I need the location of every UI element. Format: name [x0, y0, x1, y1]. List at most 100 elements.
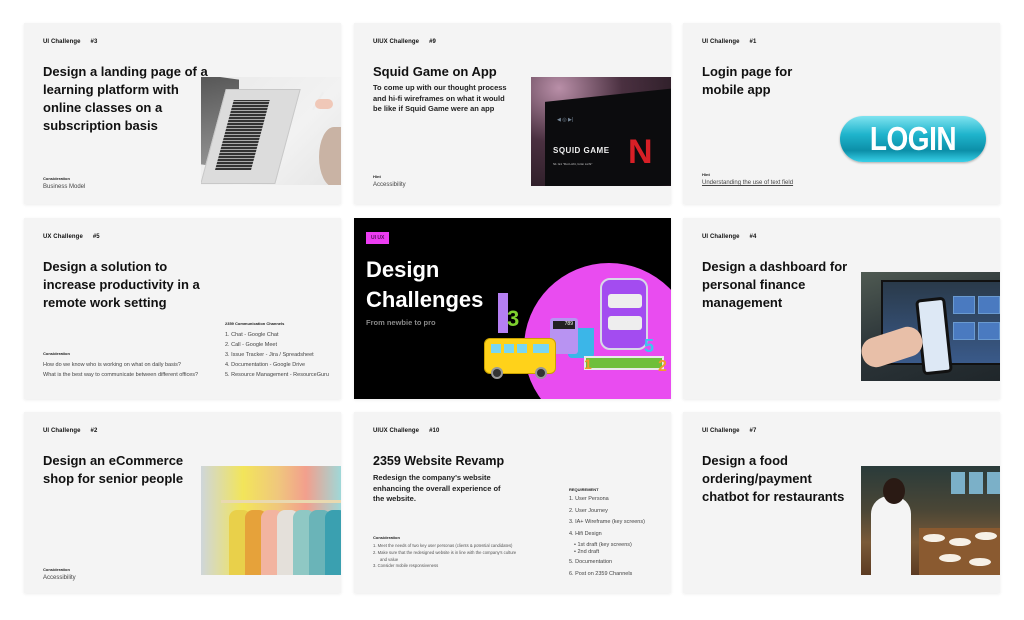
hero-subtitle: From newbie to pro: [366, 318, 436, 327]
player-controls-icon: ◀ ◎ ▶|: [557, 117, 574, 123]
challenge-number: #1: [749, 39, 757, 45]
window: [969, 472, 983, 494]
hifi-sub-list: • 1st draft (key screens) • 2nd draft: [569, 542, 645, 556]
sub-list-item: • 1st draft (key screens): [574, 542, 632, 548]
category-label: UX Challenge: [43, 234, 83, 240]
challenge-card-ux-5[interactable]: UX Challenge #5 Design a solution to incr…: [24, 218, 341, 399]
netflix-logo-icon: N: [628, 133, 653, 171]
card-title: Design a solution to increase productivi…: [43, 259, 200, 310]
restaurant-dining-photo: [861, 466, 1000, 575]
consideration-question: How do we know who is working on what on…: [43, 362, 181, 368]
laptop-desk-photo: [201, 77, 341, 185]
consideration-question: What is the best way to communicate betw…: [43, 372, 199, 378]
card-subtitle: To come up with our thought process and …: [373, 83, 507, 113]
school-bus-illustration: [484, 338, 556, 379]
hint-link[interactable]: Understanding the use of text field: [702, 180, 793, 186]
books-illustration: [584, 356, 664, 370]
category-label: UI Challenge: [702, 234, 740, 240]
card-tag: UI Challenge #3: [43, 39, 97, 45]
login-text: LOGIN: [869, 119, 957, 157]
list-item: 3. Issue Tracker - Jira / Spreadsheet: [225, 352, 314, 358]
challenge-card-ui-7[interactable]: UI Challenge #7 Design a food ordering/pa…: [683, 412, 1000, 593]
card-title: Design an eCommerce shop for senior peop…: [43, 453, 184, 486]
clothes-rack-photo: [201, 466, 341, 575]
hint-label: Hint: [373, 174, 381, 179]
sub-list-item: • 2nd draft: [574, 549, 600, 555]
card-tag: UI Challenge #1: [702, 39, 756, 45]
card-tag: UI Challenge #7: [702, 428, 756, 434]
sub-list-wrapper: • 1st draft (key screens) • 2nd draft: [569, 542, 645, 559]
diner: [871, 496, 911, 575]
challenge-number: #4: [749, 234, 757, 240]
challenge-card-uiux-10[interactable]: UIUX Challenge #10 2359 Website Revamp Re…: [354, 412, 671, 593]
channels-list: 1. Chat - Google Chat 2. Call - Google M…: [225, 330, 329, 380]
plate: [975, 532, 997, 540]
list-item: 5. Documentation: [569, 559, 613, 565]
challenge-card-ui-4[interactable]: UI Challenge #4 Design a dashboard for pe…: [683, 218, 1000, 399]
design-challenges-hero-card[interactable]: 3 789 1 5 2 UI UX Design Challenges From …: [354, 218, 671, 399]
card-tag: UIUX Challenge #10: [373, 428, 439, 434]
consideration-value: Business Model: [43, 184, 86, 190]
magenta-circle: [524, 263, 671, 399]
list-item: 1. User Persona: [569, 496, 609, 502]
squid-game-netflix-photo: ◀ ◎ ▶| SQUID GAME S1: E1 "Rot Licht, Grü…: [531, 77, 671, 186]
challenge-card-ui-2[interactable]: UI Challenge #2 Design an eCommerce shop …: [24, 412, 341, 593]
card-title: 2359 Website Revamp: [373, 454, 505, 468]
list-item: 2. Call - Google Meet: [225, 342, 277, 348]
challenge-card-ui-3[interactable]: UI Challenge #3 Design a landing page of …: [24, 23, 341, 204]
person: [319, 127, 341, 185]
category-label: UI Challenge: [43, 428, 81, 434]
list-item: 3. Consider mobile responsiveness: [373, 563, 439, 569]
card-tag: UI Challenge #2: [43, 428, 97, 434]
laptop-keyboard: [215, 100, 270, 170]
hero-title: Design Challenges: [366, 255, 483, 315]
episode-caption: S1: E1 "Rot Licht, Grün Licht": [553, 162, 593, 166]
bus-window: [491, 344, 501, 353]
number-1-illustration: 1: [584, 356, 592, 372]
hero-title-line: Design: [366, 257, 440, 282]
backpack-illustration: [600, 278, 648, 350]
category-label: UI Challenge: [702, 428, 740, 434]
challenge-card-ui-1[interactable]: UI Challenge #1 Login page for mobile app…: [683, 23, 1000, 204]
card-title: Login page for mobile app: [702, 64, 793, 97]
list-item: 2. User Journey: [569, 507, 608, 514]
chart-tile: [978, 322, 1000, 340]
dining-table: [919, 528, 1000, 575]
category-label: UIUX Challenge: [373, 39, 420, 45]
backpack-pocket: [608, 294, 642, 308]
plate: [969, 558, 991, 566]
plate: [923, 534, 945, 542]
category-label: UI Challenge: [702, 39, 740, 45]
consideration-list: 1. Meet the needs of two key user person…: [373, 543, 518, 570]
hand: [315, 99, 333, 109]
number-5-illustration: 5: [644, 336, 655, 356]
bus-windshield: [533, 344, 549, 353]
card-title: Design a food ordering/payment chatbot f…: [702, 453, 845, 504]
challenge-number: #5: [92, 234, 100, 240]
card-tag: UI Challenge #4: [702, 234, 756, 240]
clothes-rail: [221, 500, 341, 503]
card-tag: UX Challenge #5: [43, 234, 100, 240]
login-button-graphic: LOGIN: [840, 116, 986, 162]
list-item: 5. Resource Management - ResourceGuru: [225, 372, 329, 378]
challenge-number: #3: [90, 39, 98, 45]
list-item: 2. Make sure that the redesigned website…: [373, 549, 517, 562]
consideration-label: Consideration: [373, 535, 400, 540]
card-tag: UIUX Challenge #9: [373, 39, 436, 45]
list-item: 6. Post on 2359 Channels: [569, 570, 633, 577]
challenge-number: #7: [749, 428, 757, 434]
bus-wheel: [535, 367, 547, 379]
hint-value: Accessibility: [373, 182, 406, 188]
window: [951, 472, 965, 494]
challenge-card-uiux-9[interactable]: UIUX Challenge #9 Squid Game on App To co…: [354, 23, 671, 204]
show-title: SQUID GAME: [553, 146, 610, 155]
number-3-illustration: 3: [507, 306, 520, 331]
challenge-number: #2: [90, 428, 98, 434]
number-2-illustration: 2: [658, 358, 667, 375]
diner-head: [883, 478, 905, 504]
hero-title-line: Challenges: [366, 287, 484, 312]
category-label: UI Challenge: [43, 39, 81, 45]
chart-tile: [953, 322, 975, 340]
card-title: Design a dashboard for personal finance …: [702, 259, 848, 310]
plate: [939, 554, 961, 562]
